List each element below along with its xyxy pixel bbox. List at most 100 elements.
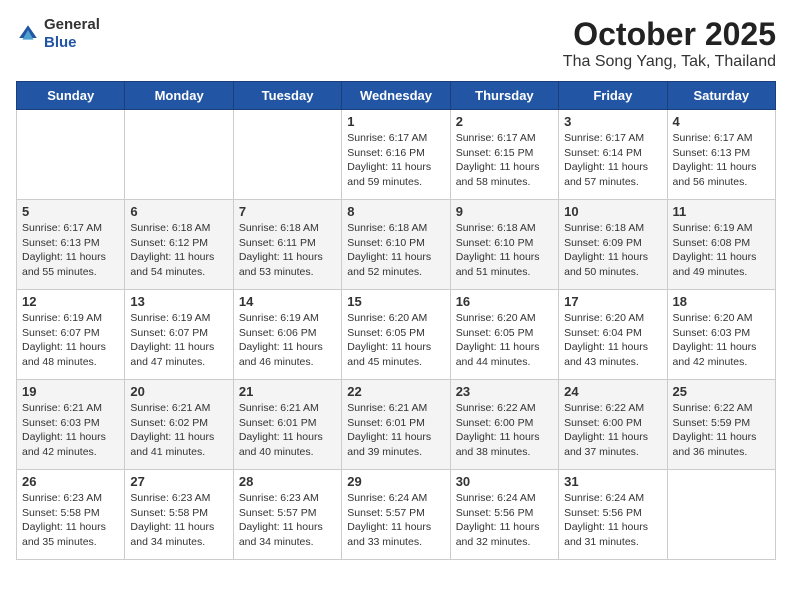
location-title: Tha Song Yang, Tak, Thailand <box>563 53 776 71</box>
day-number: 14 <box>239 294 336 309</box>
day-number: 16 <box>456 294 553 309</box>
sunrise-text: Sunrise: 6:20 AM <box>347 312 427 324</box>
sunset-text: Sunset: 6:10 PM <box>456 237 534 249</box>
sunrise-text: Sunrise: 6:17 AM <box>456 132 536 144</box>
day-number: 31 <box>564 474 661 489</box>
logo-text: General Blue <box>44 16 100 52</box>
calendar-week-4: 19 Sunrise: 6:21 AM Sunset: 6:03 PM Dayl… <box>17 380 776 470</box>
sunset-text: Sunset: 6:05 PM <box>347 327 425 339</box>
sunset-text: Sunset: 6:15 PM <box>456 147 534 159</box>
cell-info: Sunrise: 6:22 AM Sunset: 6:00 PM Dayligh… <box>456 401 553 460</box>
daylight-text: Daylight: 11 hours and 54 minutes. <box>130 251 214 278</box>
day-number: 22 <box>347 384 444 399</box>
sunrise-text: Sunrise: 6:18 AM <box>347 222 427 234</box>
cell-info: Sunrise: 6:19 AM Sunset: 6:07 PM Dayligh… <box>22 311 119 370</box>
weekday-header-wednesday: Wednesday <box>342 82 450 110</box>
calendar-week-1: 1 Sunrise: 6:17 AM Sunset: 6:16 PM Dayli… <box>17 110 776 200</box>
sunset-text: Sunset: 6:00 PM <box>456 417 534 429</box>
calendar-cell <box>233 110 341 200</box>
day-number: 1 <box>347 114 444 129</box>
sunset-text: Sunset: 6:13 PM <box>673 147 751 159</box>
cell-info: Sunrise: 6:23 AM Sunset: 5:58 PM Dayligh… <box>130 491 227 550</box>
day-number: 18 <box>673 294 770 309</box>
day-number: 9 <box>456 204 553 219</box>
calendar-cell: 15 Sunrise: 6:20 AM Sunset: 6:05 PM Dayl… <box>342 290 450 380</box>
sunrise-text: Sunrise: 6:22 AM <box>456 402 536 414</box>
cell-info: Sunrise: 6:24 AM Sunset: 5:56 PM Dayligh… <box>456 491 553 550</box>
weekday-header-tuesday: Tuesday <box>233 82 341 110</box>
day-number: 19 <box>22 384 119 399</box>
sunrise-text: Sunrise: 6:21 AM <box>347 402 427 414</box>
cell-info: Sunrise: 6:19 AM Sunset: 6:06 PM Dayligh… <box>239 311 336 370</box>
calendar-cell: 10 Sunrise: 6:18 AM Sunset: 6:09 PM Dayl… <box>559 200 667 290</box>
sunrise-text: Sunrise: 6:24 AM <box>564 492 644 504</box>
daylight-text: Daylight: 11 hours and 43 minutes. <box>564 341 648 368</box>
calendar-cell: 2 Sunrise: 6:17 AM Sunset: 6:15 PM Dayli… <box>450 110 558 200</box>
daylight-text: Daylight: 11 hours and 49 minutes. <box>673 251 757 278</box>
calendar-cell: 27 Sunrise: 6:23 AM Sunset: 5:58 PM Dayl… <box>125 470 233 560</box>
cell-info: Sunrise: 6:17 AM Sunset: 6:15 PM Dayligh… <box>456 131 553 190</box>
sunset-text: Sunset: 5:58 PM <box>22 507 100 519</box>
calendar-cell: 21 Sunrise: 6:21 AM Sunset: 6:01 PM Dayl… <box>233 380 341 470</box>
cell-info: Sunrise: 6:17 AM Sunset: 6:16 PM Dayligh… <box>347 131 444 190</box>
daylight-text: Daylight: 11 hours and 56 minutes. <box>673 161 757 188</box>
day-number: 6 <box>130 204 227 219</box>
day-number: 20 <box>130 384 227 399</box>
day-number: 8 <box>347 204 444 219</box>
calendar-cell: 28 Sunrise: 6:23 AM Sunset: 5:57 PM Dayl… <box>233 470 341 560</box>
weekday-header-row: SundayMondayTuesdayWednesdayThursdayFrid… <box>17 82 776 110</box>
calendar-cell: 1 Sunrise: 6:17 AM Sunset: 6:16 PM Dayli… <box>342 110 450 200</box>
sunset-text: Sunset: 6:07 PM <box>130 327 208 339</box>
sunrise-text: Sunrise: 6:19 AM <box>22 312 102 324</box>
sunrise-text: Sunrise: 6:23 AM <box>130 492 210 504</box>
sunset-text: Sunset: 6:11 PM <box>239 237 316 249</box>
sunset-text: Sunset: 5:59 PM <box>673 417 751 429</box>
weekday-header-sunday: Sunday <box>17 82 125 110</box>
calendar-cell: 4 Sunrise: 6:17 AM Sunset: 6:13 PM Dayli… <box>667 110 775 200</box>
cell-info: Sunrise: 6:21 AM Sunset: 6:03 PM Dayligh… <box>22 401 119 460</box>
daylight-text: Daylight: 11 hours and 57 minutes. <box>564 161 648 188</box>
cell-info: Sunrise: 6:20 AM Sunset: 6:04 PM Dayligh… <box>564 311 661 370</box>
daylight-text: Daylight: 11 hours and 45 minutes. <box>347 341 431 368</box>
sunrise-text: Sunrise: 6:22 AM <box>673 402 753 414</box>
sunset-text: Sunset: 5:57 PM <box>347 507 425 519</box>
sunset-text: Sunset: 6:03 PM <box>673 327 751 339</box>
day-number: 10 <box>564 204 661 219</box>
sunrise-text: Sunrise: 6:18 AM <box>130 222 210 234</box>
calendar-cell: 3 Sunrise: 6:17 AM Sunset: 6:14 PM Dayli… <box>559 110 667 200</box>
daylight-text: Daylight: 11 hours and 48 minutes. <box>22 341 106 368</box>
day-number: 11 <box>673 204 770 219</box>
day-number: 21 <box>239 384 336 399</box>
daylight-text: Daylight: 11 hours and 33 minutes. <box>347 521 431 548</box>
day-number: 12 <box>22 294 119 309</box>
cell-info: Sunrise: 6:24 AM Sunset: 5:56 PM Dayligh… <box>564 491 661 550</box>
day-number: 27 <box>130 474 227 489</box>
day-number: 3 <box>564 114 661 129</box>
cell-info: Sunrise: 6:17 AM Sunset: 6:14 PM Dayligh… <box>564 131 661 190</box>
sunrise-text: Sunrise: 6:24 AM <box>347 492 427 504</box>
cell-info: Sunrise: 6:20 AM Sunset: 6:05 PM Dayligh… <box>347 311 444 370</box>
cell-info: Sunrise: 6:22 AM Sunset: 5:59 PM Dayligh… <box>673 401 770 460</box>
calendar-cell: 14 Sunrise: 6:19 AM Sunset: 6:06 PM Dayl… <box>233 290 341 380</box>
cell-info: Sunrise: 6:23 AM Sunset: 5:57 PM Dayligh… <box>239 491 336 550</box>
cell-info: Sunrise: 6:17 AM Sunset: 6:13 PM Dayligh… <box>673 131 770 190</box>
calendar-cell: 19 Sunrise: 6:21 AM Sunset: 6:03 PM Dayl… <box>17 380 125 470</box>
daylight-text: Daylight: 11 hours and 35 minutes. <box>22 521 106 548</box>
calendar-cell: 23 Sunrise: 6:22 AM Sunset: 6:00 PM Dayl… <box>450 380 558 470</box>
cell-info: Sunrise: 6:18 AM Sunset: 6:11 PM Dayligh… <box>239 221 336 280</box>
cell-info: Sunrise: 6:21 AM Sunset: 6:01 PM Dayligh… <box>239 401 336 460</box>
daylight-text: Daylight: 11 hours and 52 minutes. <box>347 251 431 278</box>
cell-info: Sunrise: 6:23 AM Sunset: 5:58 PM Dayligh… <box>22 491 119 550</box>
cell-info: Sunrise: 6:19 AM Sunset: 6:07 PM Dayligh… <box>130 311 227 370</box>
daylight-text: Daylight: 11 hours and 46 minutes. <box>239 341 323 368</box>
sunrise-text: Sunrise: 6:23 AM <box>22 492 102 504</box>
weekday-header-saturday: Saturday <box>667 82 775 110</box>
sunset-text: Sunset: 6:10 PM <box>347 237 425 249</box>
sunset-text: Sunset: 6:06 PM <box>239 327 317 339</box>
cell-info: Sunrise: 6:20 AM Sunset: 6:03 PM Dayligh… <box>673 311 770 370</box>
calendar-week-2: 5 Sunrise: 6:17 AM Sunset: 6:13 PM Dayli… <box>17 200 776 290</box>
sunset-text: Sunset: 6:14 PM <box>564 147 642 159</box>
sunset-text: Sunset: 6:03 PM <box>22 417 100 429</box>
day-number: 30 <box>456 474 553 489</box>
calendar-cell: 18 Sunrise: 6:20 AM Sunset: 6:03 PM Dayl… <box>667 290 775 380</box>
